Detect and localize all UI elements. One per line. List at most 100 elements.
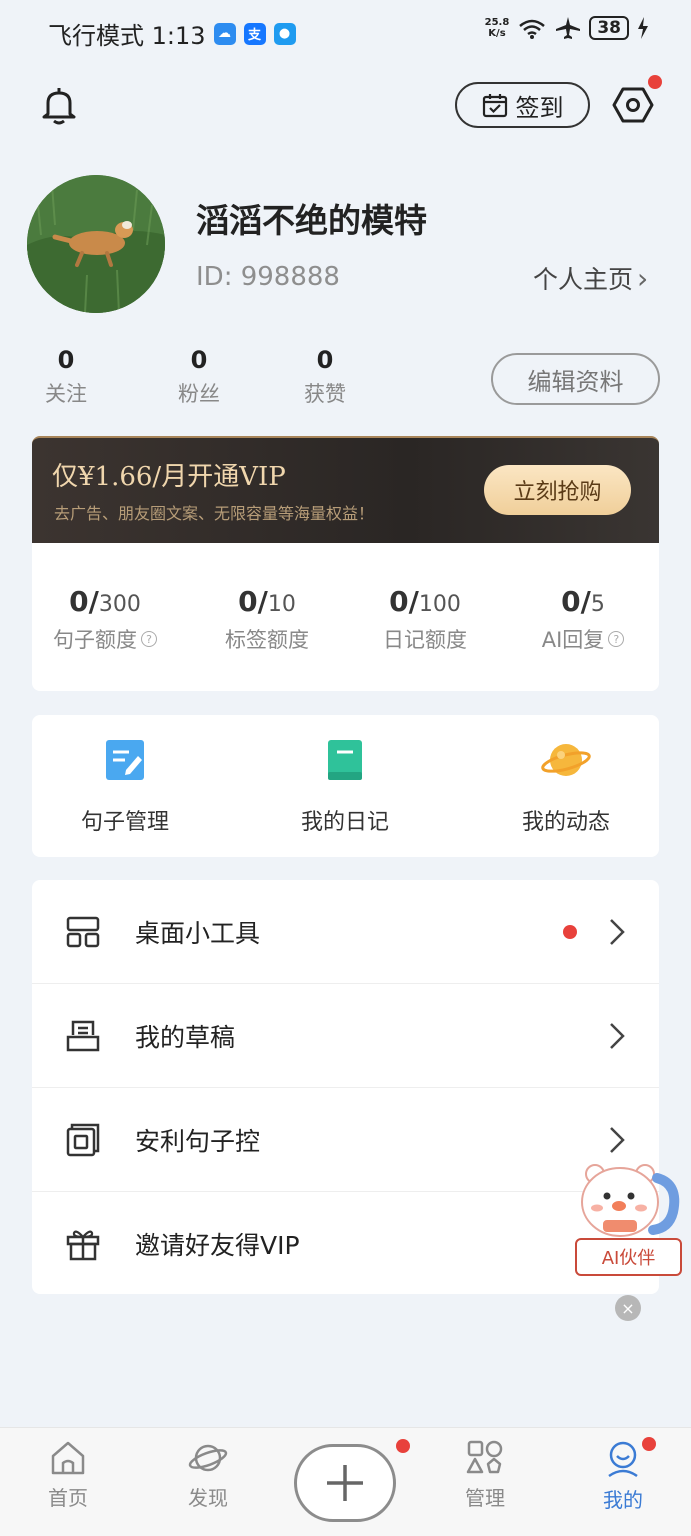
stat-likes[interactable]: 0 获赞 [280, 346, 370, 408]
alipay-icon: 支 [243, 22, 266, 45]
user-id: ID: 998888 [196, 262, 340, 292]
status-left: 飞行模式 1:13 ☁ 支 ● [48, 16, 296, 51]
shortcut-sentence-manage[interactable]: 句子管理 [50, 738, 200, 836]
diary-book-icon [328, 740, 362, 780]
notification-bell-icon[interactable] [38, 84, 80, 126]
stat-fans-count: 0 [190, 346, 208, 374]
menu-invite-friends-label: 邀请好友得VIP [135, 1231, 300, 1260]
help-icon[interactable]: ? [608, 631, 625, 647]
planet-outline-icon [188, 1444, 228, 1472]
nav-mine-badge [642, 1437, 656, 1451]
quota-diary-used: 0/ [389, 585, 419, 618]
avatar[interactable] [27, 175, 165, 313]
nav-mine-label: 我的 [603, 1488, 643, 1512]
stat-likes-label: 获赞 [304, 382, 346, 406]
shortcut-my-moments-label: 我的动态 [521, 810, 610, 835]
quota-ai-used: 0/ [561, 585, 591, 618]
message-icon: ● [273, 22, 296, 45]
stat-following-count: 0 [57, 346, 75, 374]
weather-icon: ☁ [213, 22, 236, 45]
shortcut-sentence-manage-label: 句子管理 [80, 810, 169, 835]
nav-home-label: 首页 [48, 1486, 88, 1510]
quota-sentence-label: 句子额度 [53, 628, 137, 652]
homepage-label: 个人主页 [533, 265, 634, 294]
quota-tag-used: 0/ [238, 585, 268, 618]
network-speed-value: 25.8 [484, 17, 510, 28]
nav-discover[interactable]: 发现 [168, 1440, 248, 1511]
user-face-icon [608, 1441, 638, 1478]
share-square-icon [66, 1123, 100, 1156]
add-button[interactable] [294, 1444, 396, 1522]
charging-icon [638, 17, 648, 39]
network-speed-unit: K/s [488, 28, 506, 39]
shortcut-my-diary-label: 我的日记 [300, 810, 389, 835]
shortcut-my-diary[interactable]: 我的日记 [270, 738, 420, 836]
planet-icon [541, 744, 591, 776]
settings-badge [648, 75, 662, 89]
chevron-right-icon [610, 1022, 625, 1049]
quota-sentence-used: 0/ [69, 585, 99, 618]
wifi-icon [519, 19, 546, 39]
nav-discover-label: 发现 [188, 1486, 228, 1510]
widgets-icon [66, 916, 100, 947]
new-badge [563, 924, 577, 939]
quota-ai-total: 5 [590, 592, 605, 617]
quota-ai-reply: 0/5 AI回复? [508, 585, 658, 654]
stat-following-label: 关注 [45, 382, 87, 406]
help-icon[interactable]: ? [141, 631, 157, 647]
quota-tag-total: 10 [267, 592, 296, 617]
checkin-label: 签到 [515, 93, 564, 122]
stat-fans[interactable]: 0 粉丝 [154, 346, 244, 408]
close-icon[interactable]: × [615, 1295, 641, 1321]
settings-hex-icon[interactable] [612, 84, 654, 126]
chevron-right-icon [610, 918, 625, 945]
shapes-icon [466, 1440, 503, 1474]
add-button-badge [396, 1439, 410, 1453]
status-right: 25.8 K/s 38 [485, 16, 649, 40]
edit-profile-button[interactable]: 编辑资料 [491, 353, 660, 405]
ai-partner-label[interactable]: AI伙伴 [575, 1238, 682, 1276]
vip-subtitle: 去广告、朋友圈文案、无限容量等海量权益！ [54, 504, 375, 523]
quota-tag: 0/10 标签额度 [192, 585, 342, 654]
quota-diary-label: 日记额度 [383, 628, 467, 652]
drafts-icon [66, 1020, 100, 1051]
nav-home[interactable]: 首页 [28, 1440, 108, 1511]
quota-sentence-total: 300 [98, 592, 141, 617]
gift-icon [66, 1230, 100, 1261]
menu-recommend-app[interactable]: 安利句子控 [32, 1088, 659, 1192]
battery-indicator: 38 [589, 16, 629, 40]
network-speed: 25.8 K/s [485, 17, 510, 39]
chevron-right-icon: › [637, 261, 649, 295]
quota-diary: 0/100 日记额度 [350, 585, 500, 654]
menu-my-drafts[interactable]: 我的草稿 [32, 984, 659, 1088]
nav-manage[interactable]: 管理 [445, 1440, 525, 1511]
homepage-link[interactable]: 个人主页 › [533, 260, 648, 296]
menu-desktop-widgets[interactable]: 桌面小工具 [32, 880, 659, 984]
menu-recommend-app-label: 安利句子控 [135, 1126, 261, 1156]
vip-buy-button[interactable]: 立刻抢购 [484, 465, 631, 515]
stat-following[interactable]: 0 关注 [21, 346, 111, 408]
menu-my-drafts-label: 我的草稿 [135, 1022, 236, 1052]
plus-icon [327, 1465, 363, 1501]
edit-note-icon [106, 740, 144, 780]
quota-diary-total: 100 [418, 592, 461, 617]
menu-invite-friends[interactable]: 邀请好友得VIP [32, 1192, 659, 1296]
menu-desktop-widgets-label: 桌面小工具 [135, 918, 261, 948]
quota-tag-label: 标签额度 [225, 628, 309, 652]
stat-likes-count: 0 [316, 346, 334, 374]
home-icon [51, 1441, 85, 1475]
chevron-right-icon [610, 1126, 625, 1153]
status-bar: 飞行模式 1:13 ☁ 支 ● 25.8 K/s 38 [0, 0, 691, 64]
calendar-check-icon [482, 94, 507, 118]
status-mode-time: 飞行模式 1:13 [48, 22, 206, 50]
username: 滔滔不绝的模特 [196, 201, 427, 240]
quota-sentence: 0/300 句子额度? [30, 585, 180, 654]
shortcut-my-moments[interactable]: 我的动态 [491, 738, 641, 836]
stat-fans-label: 粉丝 [178, 382, 220, 406]
quota-ai-label: AI回复 [541, 628, 605, 652]
nav-manage-label: 管理 [465, 1486, 505, 1510]
checkin-button[interactable]: 签到 [455, 82, 590, 128]
airplane-icon [556, 17, 581, 39]
nav-mine[interactable]: 我的 [583, 1440, 663, 1513]
vip-title: 仅¥1.66/月开通VIP [52, 462, 286, 492]
